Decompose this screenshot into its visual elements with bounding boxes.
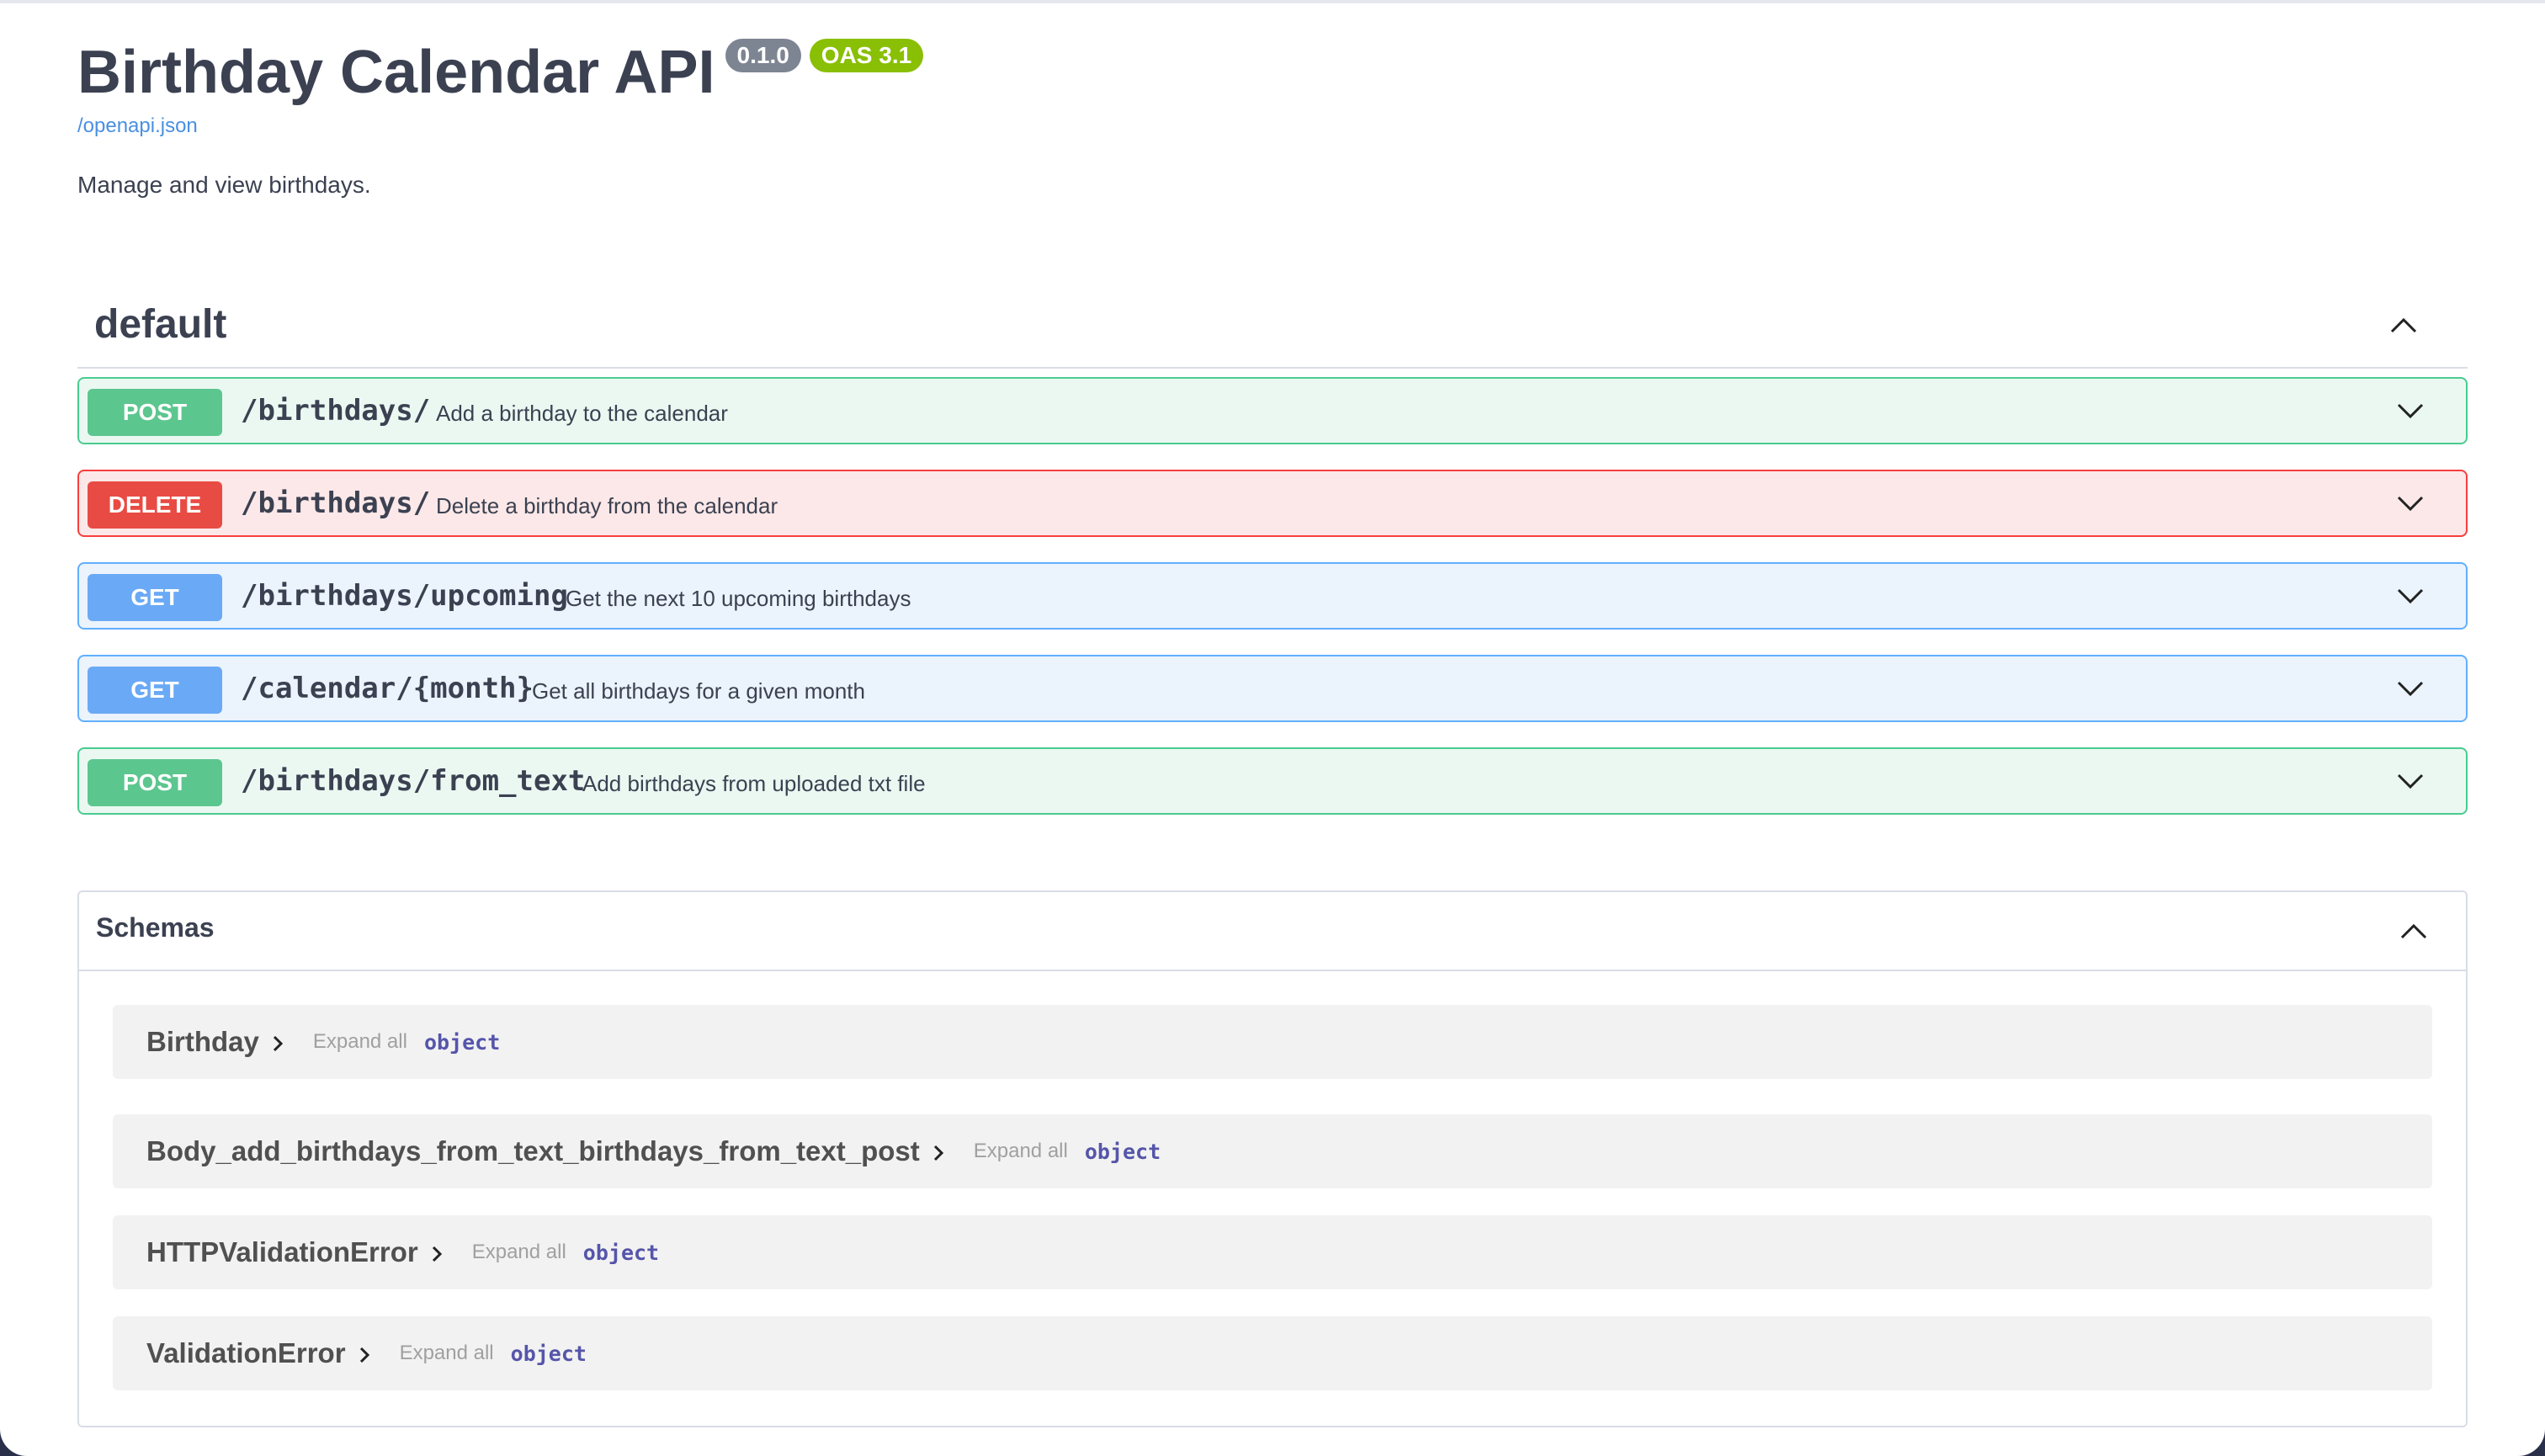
operation-summary: Get all birthdays for a given month — [532, 678, 865, 704]
operation-path: /birthdays/ — [241, 486, 431, 520]
operation-summary: Delete a birthday from the calendar — [436, 493, 778, 518]
operation-summary: Get the next 10 upcoming birthdays — [566, 586, 911, 611]
model-http-validation-error[interactable]: HTTPValidationError Expand all object — [113, 1215, 2432, 1289]
chevron-right-icon[interactable] — [354, 1345, 375, 1365]
model-type: object — [423, 1029, 501, 1055]
expand-all-button[interactable]: Expand all — [313, 1030, 407, 1054]
model-name[interactable]: ValidationError — [146, 1337, 346, 1369]
oas-badge: OAS 3.1 — [809, 39, 924, 72]
model-name[interactable]: Body_add_birthdays_from_text_birthdays_f… — [146, 1135, 920, 1167]
operation-path: /birthdays/upcoming — [241, 579, 568, 613]
tag-default-header[interactable]: default — [77, 286, 2468, 369]
chevron-down-icon[interactable] — [2394, 579, 2427, 613]
model-type: object — [1084, 1139, 1161, 1164]
tag-name: default — [94, 302, 227, 347]
top-divider — [0, 0, 2545, 3]
operation-get-calendar-month[interactable]: GET /calendar/{month} Get all birthdays … — [77, 655, 2468, 722]
operation-delete-birthdays[interactable]: DELETE /birthdays/ Delete a birthday fro… — [77, 470, 2468, 537]
model-row: HTTPValidationError Expand all object — [146, 1215, 659, 1289]
info-header: Birthday Calendar API 0.1.0 OAS 3.1 — [77, 34, 924, 111]
operation-summary: Add birthdays from uploaded txt file — [582, 771, 926, 796]
operation-post-birthdays[interactable]: POST /birthdays/ Add a birthday to the c… — [77, 377, 2468, 444]
model-type: object — [510, 1341, 587, 1366]
operation-path: /calendar/{month} — [241, 672, 534, 705]
operation-path: /birthdays/ — [241, 394, 431, 428]
chevron-right-icon[interactable] — [928, 1143, 948, 1163]
chevron-down-icon[interactable] — [2394, 672, 2427, 705]
model-row: ValidationError Expand all object — [146, 1316, 587, 1390]
swagger-page: Birthday Calendar API 0.1.0 OAS 3.1 /ope… — [0, 0, 2545, 1456]
model-name[interactable]: HTTPValidationError — [146, 1236, 418, 1268]
schemas-header[interactable]: Schemas — [79, 892, 2466, 971]
model-row: Birthday Expand all object — [146, 1005, 500, 1079]
expand-all-button[interactable]: Expand all — [472, 1241, 566, 1264]
expand-all-button[interactable]: Expand all — [974, 1140, 1068, 1163]
chevron-down-icon[interactable] — [2394, 764, 2427, 798]
chevron-up-icon[interactable] — [2387, 308, 2420, 342]
method-badge: DELETE — [88, 481, 222, 529]
api-title: Birthday Calendar API — [77, 39, 715, 106]
method-badge: GET — [88, 667, 222, 714]
expand-all-button[interactable]: Expand all — [400, 1342, 494, 1365]
operation-get-birthdays-upcoming[interactable]: GET /birthdays/upcoming Get the next 10 … — [77, 562, 2468, 630]
model-name[interactable]: Birthday — [146, 1026, 259, 1058]
method-badge: POST — [88, 389, 222, 436]
chevron-up-icon[interactable] — [2397, 914, 2431, 948]
chevron-right-icon[interactable] — [268, 1034, 288, 1054]
schemas-title: Schemas — [96, 912, 215, 943]
chevron-down-icon[interactable] — [2394, 394, 2427, 428]
model-birthday[interactable]: Birthday Expand all object — [113, 1005, 2432, 1079]
chevron-right-icon[interactable] — [427, 1244, 447, 1264]
version-badge: 0.1.0 — [725, 39, 801, 72]
schemas-section: Schemas Birthday Expand all object Body_… — [77, 890, 2468, 1427]
chevron-down-icon[interactable] — [2394, 486, 2427, 520]
operation-post-birthdays-from-text[interactable]: POST /birthdays/from_text Add birthdays … — [77, 747, 2468, 815]
api-description: Manage and view birthdays. — [77, 172, 371, 198]
operation-summary: Add a birthday to the calendar — [436, 401, 728, 426]
model-type: object — [582, 1240, 660, 1265]
openapi-json-link[interactable]: /openapi.json — [77, 114, 198, 138]
method-badge: POST — [88, 759, 222, 806]
model-validation-error[interactable]: ValidationError Expand all object — [113, 1316, 2432, 1390]
operation-path: /birthdays/from_text — [241, 764, 586, 798]
model-body-add-birthdays-from-text[interactable]: Body_add_birthdays_from_text_birthdays_f… — [113, 1114, 2432, 1188]
method-badge: GET — [88, 574, 222, 621]
model-row: Body_add_birthdays_from_text_birthdays_f… — [146, 1114, 1161, 1188]
